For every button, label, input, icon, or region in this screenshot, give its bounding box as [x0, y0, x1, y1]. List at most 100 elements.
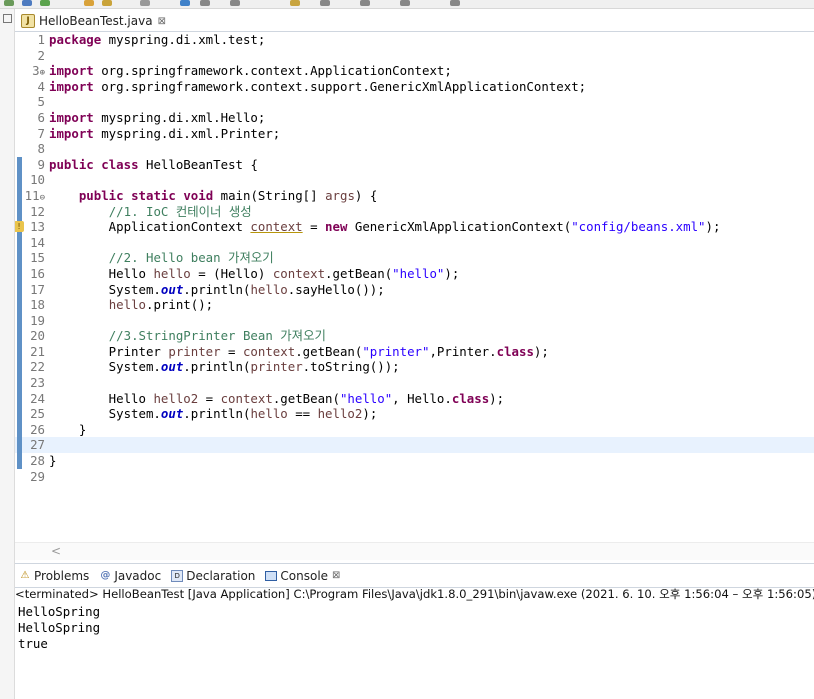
- code-text: System.out.println(hello == hello2);: [49, 406, 378, 422]
- code-editor: J HelloBeanTest.java ⊠ 1 package myspring…: [15, 9, 814, 560]
- view-tab-bar: ⚠ Problems @ Javadoc D Declaration Console ⊠: [15, 563, 814, 588]
- code-line[interactable]: 20 //3.StringPrinter Bean 가져오기: [15, 328, 814, 344]
- code-token: );: [444, 265, 460, 281]
- code-line[interactable]: 25 System.out.println(hello == hello2);: [15, 406, 814, 422]
- code-line[interactable]: 21 Printer printer = context.getBean("pr…: [15, 343, 814, 360]
- code-line[interactable]: 12 //1. IoC 컨테이너 생성: [15, 203, 814, 220]
- console-output-line: HelloSpring: [18, 604, 101, 619]
- toolbar-button[interactable]: [140, 0, 150, 6]
- code-line[interactable]: 2: [15, 48, 814, 64]
- horizontal-scrollbar[interactable]: <: [15, 542, 814, 560]
- tab-javadoc[interactable]: @ Javadoc: [99, 569, 161, 583]
- editor-tab-bar: J HelloBeanTest.java ⊠: [15, 9, 814, 32]
- toolbar-button[interactable]: [400, 0, 410, 6]
- editor-tab-hellobeantest[interactable]: J HelloBeanTest.java ⊠: [17, 11, 174, 31]
- code-line[interactable]: 3⊕ import org.springframework.context.App…: [15, 63, 814, 79]
- problems-icon: ⚠: [20, 570, 30, 581]
- toolbar-button[interactable]: [40, 0, 50, 6]
- toolbar-button[interactable]: [290, 0, 300, 6]
- editor-tab-label: HelloBeanTest.java: [39, 14, 153, 28]
- line-number: 23: [30, 375, 45, 391]
- code-text: Printer printer = context.getBean("print…: [49, 344, 549, 360]
- code-token: class: [451, 390, 490, 406]
- close-icon[interactable]: ⊠: [332, 570, 340, 581]
- toolbar-button[interactable]: [450, 0, 460, 6]
- code-line[interactable]: 5: [15, 94, 814, 110]
- code-token: System.: [49, 281, 161, 297]
- left-trim-bar: [0, 9, 15, 699]
- code-line[interactable]: 22 System.out.println(printer.toString()…: [15, 359, 814, 376]
- console-output[interactable]: HelloSpring HelloSpring true: [15, 604, 814, 699]
- minimize-icon[interactable]: [3, 14, 12, 23]
- tab-console[interactable]: Console ⊠: [265, 569, 340, 583]
- code-token: .getBean(: [325, 265, 393, 281]
- tab-problems[interactable]: ⚠ Problems: [19, 569, 90, 583]
- scroll-left-icon[interactable]: <: [51, 544, 61, 558]
- code-token: new: [325, 219, 348, 235]
- line-number: 25: [30, 406, 45, 422]
- code-line[interactable]: 1 package myspring.di.xml.test;: [15, 32, 814, 48]
- code-line[interactable]: 6 import myspring.di.xml.Hello;: [15, 110, 814, 126]
- toolbar-button[interactable]: [360, 0, 370, 6]
- code-line[interactable]: 26 }: [15, 421, 814, 438]
- code-line[interactable]: 10: [15, 172, 814, 188]
- code-token: hello2: [153, 390, 199, 406]
- line-number: 7: [37, 125, 45, 141]
- tab-label: Declaration: [186, 568, 256, 583]
- code-line[interactable]: 19: [15, 312, 814, 329]
- toolbar-button[interactable]: [84, 0, 94, 6]
- code-line[interactable]: 17 System.out.println(hello.sayHello());: [15, 281, 814, 298]
- code-token: out: [160, 406, 184, 422]
- toolbar-button[interactable]: [180, 0, 190, 6]
- fold-toggle-icon[interactable]: ⊖: [40, 193, 45, 203]
- code-token: import: [49, 125, 94, 141]
- code-text: ApplicationContext context = new Generic…: [49, 219, 721, 235]
- code-line[interactable]: 27: [15, 437, 814, 454]
- toolbar-button[interactable]: [22, 0, 32, 6]
- code-text: import org.springframework.context.suppo…: [49, 79, 586, 95]
- line-number: 28: [30, 453, 45, 469]
- code-line[interactable]: 28}: [15, 453, 814, 469]
- code-line[interactable]: 8: [15, 141, 814, 157]
- code-token: main(String[]: [213, 187, 326, 203]
- code-line[interactable]: 4 import org.springframework.context.supp…: [15, 79, 814, 95]
- toolbar-button[interactable]: [102, 0, 112, 6]
- code-line[interactable]: 18 hello.print();: [15, 297, 814, 313]
- code-line[interactable]: ! 13 ApplicationContext context = new Gen…: [15, 219, 814, 235]
- code-token: Hello: [49, 390, 154, 406]
- code-line[interactable]: 23: [15, 375, 814, 391]
- code-line[interactable]: 7 import myspring.di.xml.Printer;: [15, 126, 814, 142]
- toolbar-button[interactable]: [200, 0, 210, 6]
- code-token: out: [160, 359, 184, 375]
- fold-toggle-icon[interactable]: ⊕: [40, 68, 45, 78]
- code-token: = (Hello): [190, 265, 273, 281]
- code-line[interactable]: 14: [15, 234, 814, 251]
- code-line[interactable]: 16 Hello hello = (Hello) context.getBean…: [15, 265, 814, 282]
- code-line[interactable]: 11⊖ public static void main(String[] arg…: [15, 187, 814, 204]
- code-token: "hello": [339, 390, 393, 406]
- code-line[interactable]: 9 public class HelloBeanTest {: [15, 156, 814, 173]
- code-line[interactable]: 15 //2. Hello bean 가져오기: [15, 250, 814, 266]
- line-number: 18: [30, 297, 45, 313]
- code-text: System.out.println(hello.sayHello());: [49, 282, 385, 298]
- tab-declaration[interactable]: D Declaration: [171, 569, 255, 583]
- code-token: context: [250, 219, 303, 235]
- code-token: hello: [250, 406, 288, 422]
- code-line[interactable]: 29: [15, 469, 814, 485]
- code-area[interactable]: 1 package myspring.di.xml.test; 2 3 ⊕ import …: [15, 32, 814, 542]
- code-text: System.out.println(printer.toString());: [49, 359, 400, 375]
- toolbar-button[interactable]: [4, 0, 14, 6]
- line-number: 19: [30, 312, 45, 328]
- code-token: .getBean(: [272, 390, 340, 406]
- code-line[interactable]: 24 Hello hello2 = context.getBean("hello…: [15, 390, 814, 407]
- code-token: Printer: [49, 343, 169, 359]
- line-number: 22: [30, 359, 45, 375]
- toolbar-button[interactable]: [320, 0, 330, 6]
- code-token: hello: [153, 265, 191, 281]
- toolbar-button[interactable]: [230, 0, 240, 6]
- close-icon[interactable]: ⊠: [158, 16, 166, 27]
- main-toolbar: [0, 0, 814, 9]
- code-token: printer: [168, 343, 221, 359]
